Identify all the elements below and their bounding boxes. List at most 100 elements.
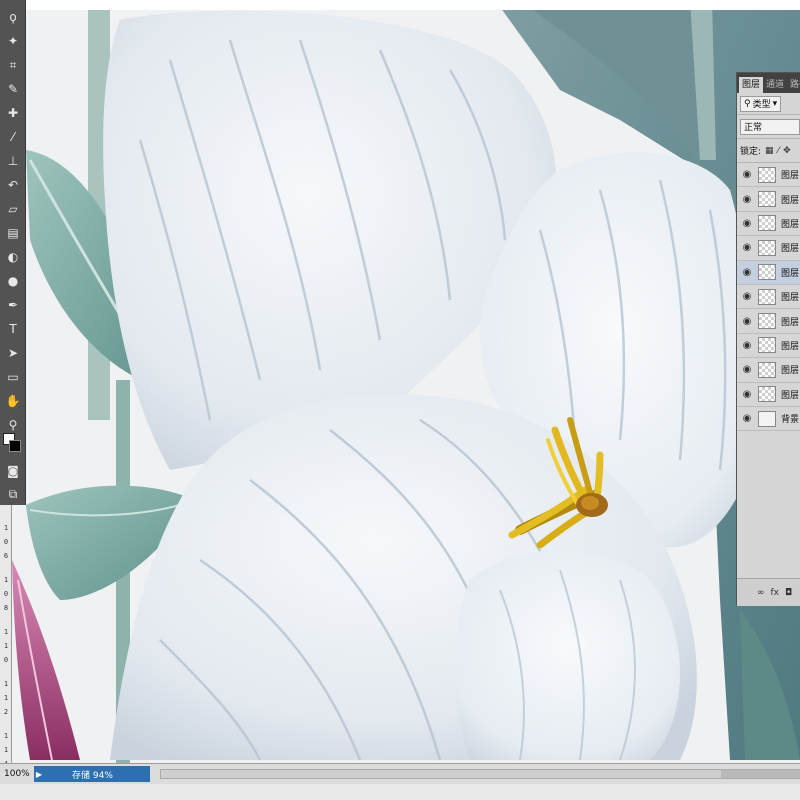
blend-mode-row: 正常	[737, 115, 800, 139]
layer-name: 图层	[781, 293, 800, 304]
ruler-label: 1	[3, 694, 9, 702]
visibility-eye-icon[interactable]: ◉	[737, 389, 757, 400]
layer-row[interactable]: ◉ 图层	[737, 236, 800, 261]
mask-icon[interactable]: ◘	[785, 588, 792, 598]
search-icon: ⚲	[744, 98, 751, 109]
layer-thumbnail	[758, 215, 776, 232]
status-bar: 100% ▶ 存储 94% ✕	[0, 763, 800, 800]
visibility-eye-icon[interactable]: ◉	[737, 364, 757, 375]
ruler-label: 0	[3, 656, 9, 664]
visibility-eye-icon[interactable]: ◉	[737, 267, 757, 278]
layer-thumbnail	[758, 313, 776, 330]
layers-panel: 图层 通道 路径 ⚲ 类型 ▾ 正常 锁定: ▦ ⁄ ✥ ◉ 图层 ◉ 图层 ◉ 图层 ◉ 图…	[736, 72, 800, 606]
layer-row[interactable]: ◉ 图层	[737, 212, 800, 237]
magic-wand-icon[interactable]: ✦	[2, 30, 24, 52]
pen-icon[interactable]: ✒	[2, 294, 24, 316]
layer-thumbnail	[758, 264, 776, 281]
lasso-icon[interactable]: ϙ	[2, 6, 24, 28]
blend-mode-select[interactable]: 正常	[740, 118, 800, 135]
zoom-level[interactable]: 100%	[0, 769, 34, 779]
dodge-icon[interactable]: ●	[2, 270, 24, 292]
chevron-down-icon: ▾	[772, 98, 778, 109]
layer-thumbnail	[758, 361, 776, 378]
layer-row[interactable]: ◉ 图层	[737, 383, 800, 407]
ruler-label: 1	[3, 628, 9, 636]
layer-row[interactable]: ◉ 图层	[737, 285, 800, 310]
type-icon[interactable]: T	[2, 318, 24, 340]
tab-paths[interactable]: 路径	[787, 77, 800, 93]
layer-name: 图层	[781, 341, 800, 352]
status-bar-lower	[0, 784, 800, 800]
crop-icon[interactable]: ⌗	[2, 54, 24, 76]
layer-thumbnail	[758, 166, 776, 183]
layer-name: 背景	[781, 415, 800, 426]
layer-thumbnail	[758, 191, 776, 208]
visibility-eye-icon[interactable]: ◉	[737, 340, 757, 351]
visibility-eye-icon[interactable]: ◉	[737, 218, 757, 229]
eraser-icon[interactable]: ▱	[2, 198, 24, 220]
gradient-icon[interactable]: ▤	[2, 222, 24, 244]
brush-icon[interactable]: ⁄	[2, 126, 24, 148]
visibility-eye-icon[interactable]: ◉	[737, 242, 757, 253]
ruler-label: 1	[3, 732, 9, 740]
lock-brush-icon[interactable]: ⁄	[778, 146, 780, 156]
ruler-label: 1	[3, 642, 9, 650]
blur-icon[interactable]: ◐	[2, 246, 24, 268]
clone-stamp-icon[interactable]: ⊥	[2, 150, 24, 172]
screen-mode-icon[interactable]: ⧉	[2, 483, 24, 505]
layer-row[interactable]: ◉ 图层	[737, 334, 800, 359]
link-icon[interactable]: ∞	[757, 588, 765, 598]
layer-row[interactable]: ◉ 背景	[737, 407, 800, 432]
layer-row[interactable]: ◉ 图层	[737, 163, 800, 188]
rectangle-icon[interactable]: ▭	[2, 366, 24, 388]
layer-row[interactable]: ◉ 图层	[737, 309, 800, 334]
visibility-eye-icon[interactable]: ◉	[737, 169, 757, 180]
vertical-ruler: 106108110112114	[0, 505, 12, 768]
status-menu-arrow-icon[interactable]: ▶	[34, 766, 44, 782]
layer-thumbnail	[758, 239, 776, 256]
layer-row[interactable]: ◉ 图层	[737, 358, 800, 383]
background-color-swatch[interactable]	[9, 440, 21, 452]
layer-thumbnail	[758, 288, 776, 305]
quick-mask-icon[interactable]: ◙	[2, 460, 24, 482]
ruler-label: 0	[3, 538, 9, 546]
history-brush-icon[interactable]: ↶	[2, 174, 24, 196]
tab-layers[interactable]: 图层	[739, 77, 764, 93]
tab-channels[interactable]: 通道	[763, 77, 787, 93]
hand-icon[interactable]: ✋	[2, 390, 24, 412]
layer-name: 图层	[781, 390, 800, 401]
layer-row[interactable]: ◉ 图层	[737, 187, 800, 212]
lock-pixels-icon[interactable]: ▦	[765, 146, 774, 156]
lock-label: 锁定:	[740, 147, 762, 157]
ruler-label: 1	[3, 680, 9, 688]
layer-name: 图层	[781, 366, 800, 377]
layer-filter-select[interactable]: ⚲ 类型 ▾	[740, 95, 782, 112]
visibility-eye-icon[interactable]: ◉	[737, 194, 757, 205]
scrollbar-thumb[interactable]	[721, 770, 800, 778]
layer-thumbnail	[758, 337, 776, 354]
layer-thumbnail	[758, 386, 776, 403]
status-progress-box: ▶ 存储 94% ✕	[34, 766, 186, 782]
document-canvas[interactable]	[0, 0, 800, 800]
visibility-eye-icon[interactable]: ◉	[737, 291, 757, 302]
lock-move-icon[interactable]: ✥	[783, 146, 791, 156]
layer-name: 图层	[781, 317, 800, 328]
visibility-eye-icon[interactable]: ◉	[737, 413, 757, 424]
horizontal-scrollbar[interactable]	[160, 769, 800, 779]
blend-mode-value: 正常	[744, 123, 763, 133]
status-text: 存储 94%	[72, 770, 113, 781]
fx-icon[interactable]: fx	[771, 588, 780, 598]
healing-brush-icon[interactable]: ✚	[2, 102, 24, 124]
ruler-label: 2	[3, 708, 9, 716]
ruler-label: 1	[3, 576, 9, 584]
layer-name: 图层	[781, 219, 800, 230]
eyedropper-icon[interactable]: ✎	[2, 78, 24, 100]
ruler-label: 8	[3, 604, 9, 612]
path-selection-icon[interactable]: ➤	[2, 342, 24, 364]
visibility-eye-icon[interactable]: ◉	[737, 316, 757, 327]
ruler-label: 1	[3, 746, 9, 754]
layer-name: 图层	[781, 171, 800, 182]
layer-thumbnail	[758, 410, 776, 427]
layers-panel-tabs: 图层 通道 路径	[737, 73, 800, 93]
layer-row[interactable]: ◉ 图层	[737, 260, 800, 285]
